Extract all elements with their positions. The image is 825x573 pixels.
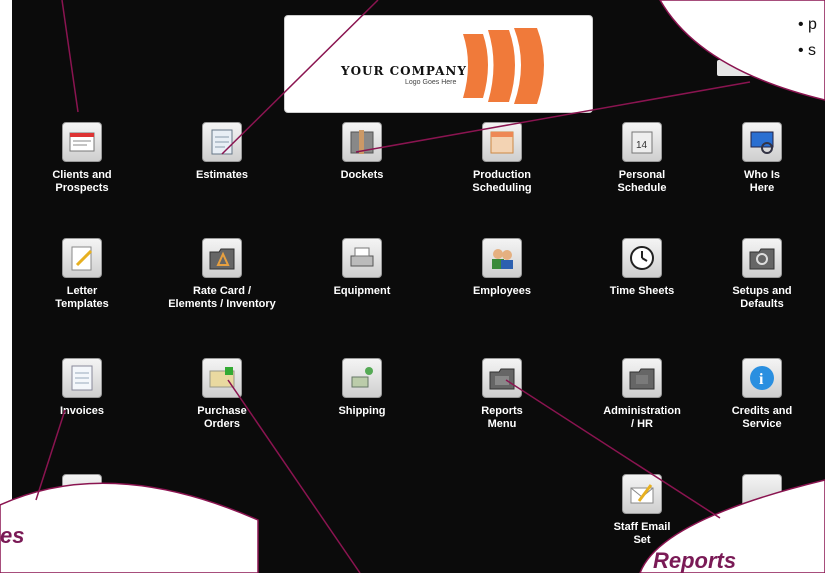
callout-bullet-1: • p (798, 16, 817, 33)
callout-text-left: es (0, 523, 25, 548)
bullet-text-1: p (808, 16, 817, 33)
callout-overlay (0, 0, 825, 573)
bullet-text-2: s (808, 42, 817, 59)
callout-bubble-left (0, 482, 259, 573)
leader-estimates (221, 0, 379, 155)
callout-text-reports: Reports (653, 548, 737, 573)
screenshot: YOUR COMPANY Logo Goes Here Clients and P… (0, 0, 825, 573)
callout-bullet-2: • s (798, 42, 817, 59)
leader-reports (505, 379, 721, 519)
leader-clients (61, 0, 79, 113)
leader-dockets (355, 81, 751, 153)
